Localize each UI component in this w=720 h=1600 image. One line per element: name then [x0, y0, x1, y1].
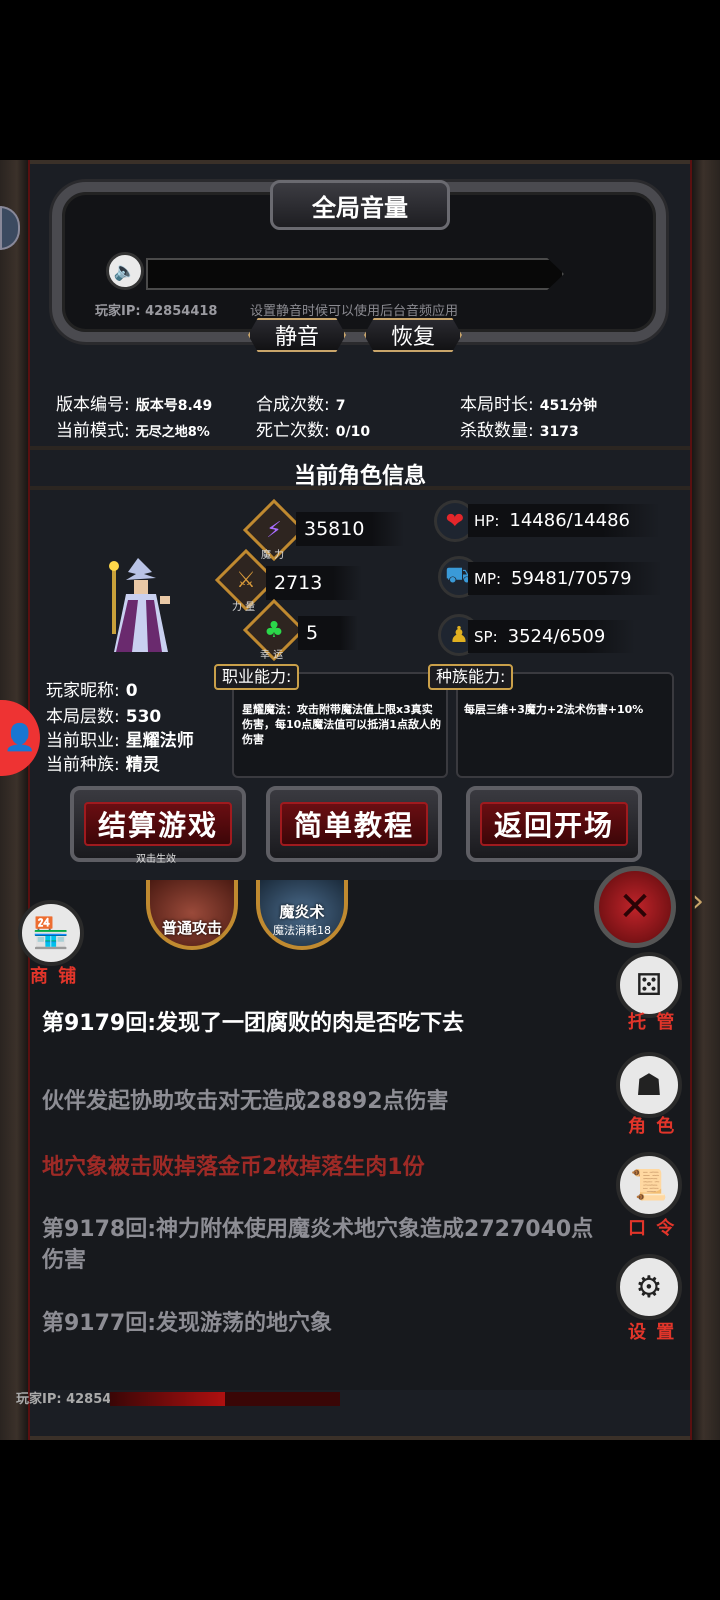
frame-right-border — [690, 160, 720, 1440]
settings-label[interactable]: 设 置 — [628, 1318, 676, 1344]
volume-slider[interactable] — [146, 258, 564, 290]
settle-hint: 双击生效 — [136, 854, 176, 865]
speaker-icon[interactable]: 🔈 — [106, 252, 144, 290]
death-stat: 死亡次数: 0/10 — [256, 421, 371, 441]
auto-label[interactable]: 托 管 — [628, 1008, 676, 1034]
strength-value: 2713 — [266, 566, 363, 600]
log-entry: 第9179回:发现了一团腐败的肉是否吃下去 — [42, 1011, 465, 1036]
return-start-button[interactable]: 返回开场 — [466, 786, 642, 862]
volume-tip: 设置静音时候可以使用后台音频应用 — [250, 304, 459, 319]
luck-value: 5 — [298, 616, 359, 650]
player-ip-top: 玩家IP: 42854418 — [95, 304, 218, 319]
mode-stat: 当前模式: 无尽之地8% — [56, 421, 210, 441]
craft-stat: 合成次数: 7 — [256, 395, 346, 415]
class-ability-text: 星耀魔法：攻击附带魔法值上限x3真实伤害，每10点魔法值可以抵消1点敌人的伤害 — [242, 703, 441, 746]
chevron-right-icon[interactable]: › — [692, 884, 704, 919]
shop-icon[interactable]: 🏪 — [18, 900, 84, 966]
tutorial-button[interactable]: 简单教程 — [266, 786, 442, 862]
magic-value: 35810 — [296, 512, 405, 546]
close-icon[interactable]: ✕ — [594, 866, 676, 948]
race-line: 当前种族: 精灵 — [46, 755, 160, 775]
mp-readout: MP: 59481/70579 — [468, 562, 662, 595]
floor-line: 本局层数: 530 — [46, 707, 162, 727]
nickname-line: 玩家昵称: 0 — [46, 681, 138, 701]
hp-readout: HP: 14486/14486 — [468, 504, 660, 537]
log-entry: 地穴象被击败掉落金币2枚掉落生肉1份 — [42, 1155, 425, 1180]
mute-button[interactable]: 静音 — [248, 318, 346, 352]
character-label[interactable]: 角 色 — [628, 1112, 676, 1138]
divider-top — [30, 446, 690, 450]
volume-title-plate: 全局音量 — [270, 180, 450, 230]
log-entry: 第9178回:神力附体使用魔炎术地穴象造成2727040点伤害 — [42, 1217, 594, 1273]
race-ability-tag: 种族能力: — [428, 664, 514, 690]
progress-fill — [110, 1392, 225, 1406]
log-entry: 伙伴发起协助攻击对无造成28892点伤害 — [42, 1089, 449, 1114]
volume-title: 全局音量 — [312, 193, 408, 222]
race-ability-text: 每层三维+3魔力+2法术伤害+10% — [464, 703, 644, 716]
luck-caption: 幸 运 — [260, 650, 284, 661]
progress-bar — [110, 1392, 340, 1406]
command-label[interactable]: 口 令 — [628, 1214, 676, 1240]
sp-readout: SP: 3524/6509 — [468, 620, 636, 653]
class-line: 当前职业: 星耀法师 — [46, 731, 194, 751]
class-ability-tag: 职业能力: — [214, 664, 300, 690]
gear-icon[interactable]: ⚙ — [616, 1254, 682, 1320]
log-entry: 第9177回:发现游荡的地穴象 — [42, 1311, 333, 1336]
duration-stat: 本局时长: 451分钟 — [460, 395, 597, 415]
restore-button[interactable]: 恢复 — [364, 318, 462, 352]
trident-icon: ⚔ — [236, 567, 256, 593]
frame-left-border — [0, 160, 30, 1440]
scroll-icon[interactable]: 📜 — [616, 1152, 682, 1218]
hooded-figure-icon[interactable]: ☗ — [616, 1052, 682, 1118]
mage-sprite — [109, 558, 170, 652]
version-stat: 版本编号: 版本号8.49 — [56, 395, 213, 415]
divider-role — [30, 486, 690, 490]
kills-stat: 杀敌数量: 3173 — [460, 421, 579, 441]
shop-label[interactable]: 商 铺 — [30, 962, 78, 988]
